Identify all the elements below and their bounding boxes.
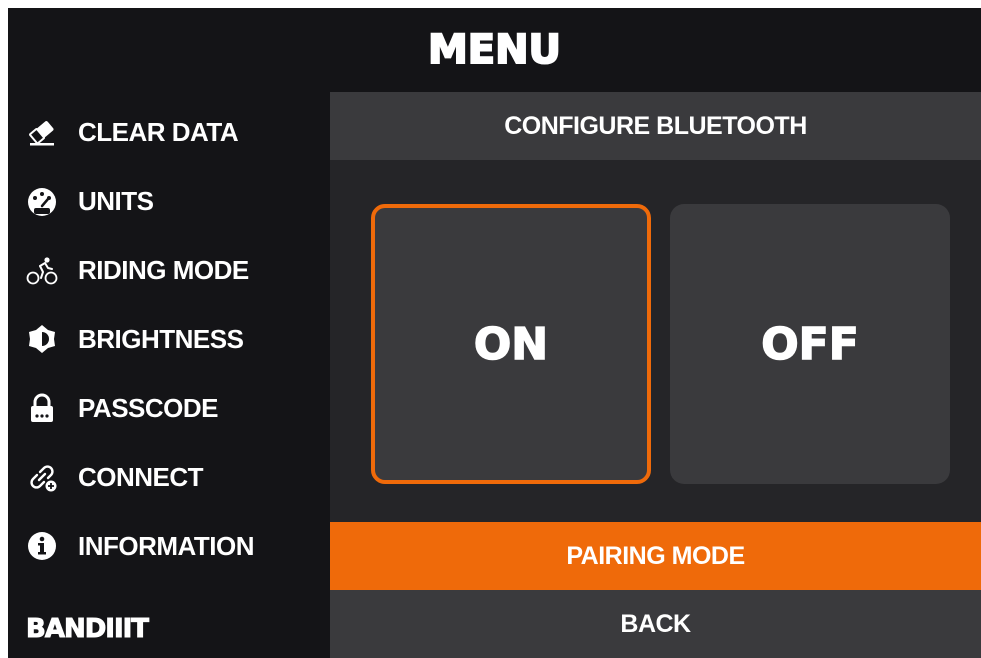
sidebar-item-label: CLEAR DATA: [78, 116, 239, 147]
bluetooth-on-button[interactable]: ON: [371, 204, 651, 484]
sidebar-item-brightness[interactable]: BRIGHTNESS: [26, 319, 244, 359]
brand-logo: BANDIIIT: [25, 614, 149, 645]
sidebar-item-units[interactable]: UNITS: [26, 181, 154, 221]
panel-title: CONFIGURE BLUETOOTH: [504, 111, 807, 140]
pairing-mode-label: PAIRING MODE: [566, 541, 745, 570]
sidebar-item-riding-mode[interactable]: RIDING MODE: [26, 250, 249, 290]
panel-title-bar: CONFIGURE BLUETOOTH: [330, 92, 981, 160]
sidebar-item-label: BRIGHTNESS: [78, 323, 244, 354]
pairing-mode-button[interactable]: PAIRING MODE: [330, 522, 981, 590]
sidebar-menu: CLEAR DATA UNITS RIDING MODE BRIGHTNESS …: [8, 92, 330, 658]
header: MENU: [8, 8, 981, 92]
sidebar-item-label: RIDING MODE: [78, 254, 249, 285]
page-title: MENU: [427, 26, 562, 74]
info-icon: [26, 529, 60, 563]
sidebar-item-label: PASSCODE: [78, 392, 219, 423]
cyclist-icon: [26, 253, 60, 287]
sidebar-item-label: INFORMATION: [78, 530, 255, 561]
sidebar-item-information[interactable]: INFORMATION: [26, 526, 255, 566]
speedometer-icon: [26, 184, 60, 218]
back-button[interactable]: BACK: [330, 590, 981, 658]
bluetooth-panel: CONFIGURE BLUETOOTH ON OFF PAIRING MODE …: [330, 92, 981, 658]
off-label: OFF: [760, 318, 859, 371]
sidebar-item-passcode[interactable]: PASSCODE: [26, 388, 219, 428]
lock-icon: [26, 391, 60, 425]
bluetooth-off-button[interactable]: OFF: [670, 204, 950, 484]
eraser-icon: [26, 115, 60, 149]
brightness-icon: [26, 322, 60, 356]
sidebar-item-label: UNITS: [78, 185, 154, 216]
sidebar-item-connect[interactable]: CONNECT: [26, 457, 204, 497]
on-label: ON: [473, 318, 549, 371]
back-label: BACK: [620, 609, 691, 638]
device-screen: MENU CLEAR DATA UNITS RIDING MODE BRIGHT…: [8, 8, 981, 658]
link-plus-icon: [26, 460, 60, 494]
sidebar-item-label: CONNECT: [78, 461, 204, 492]
sidebar-item-clear-data[interactable]: CLEAR DATA: [26, 112, 239, 152]
